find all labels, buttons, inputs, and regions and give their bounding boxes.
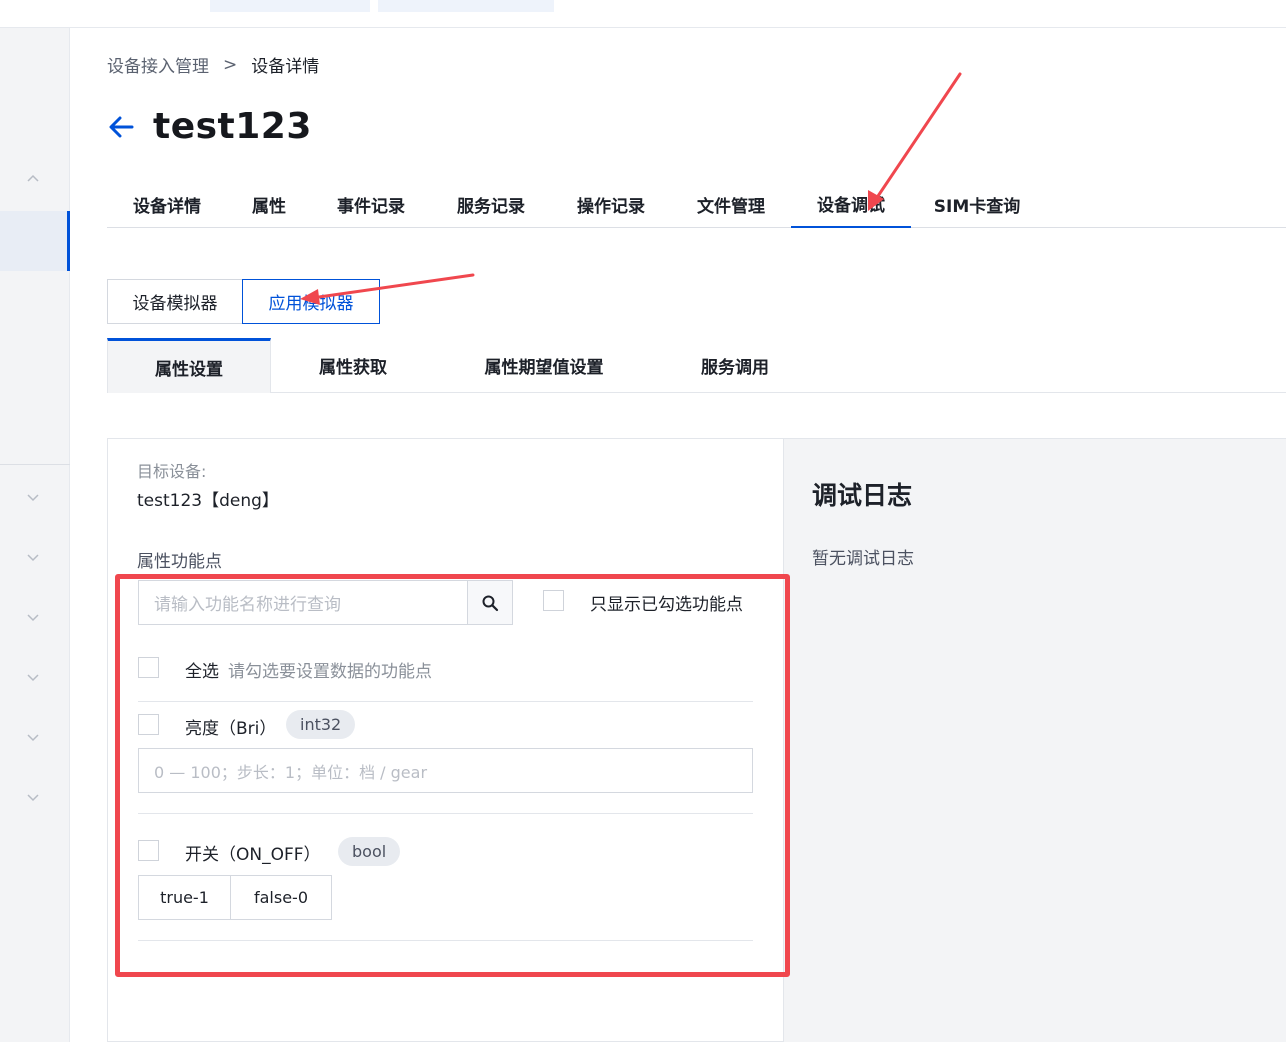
brightness-checkbox[interactable] [138, 714, 159, 735]
chevron-down-icon[interactable] [26, 610, 40, 624]
brightness-type-tag: int32 [286, 710, 356, 739]
app-simulator-button[interactable]: 应用模拟器 [242, 279, 380, 324]
divider [138, 813, 753, 814]
top-tab-ghost [210, 0, 370, 12]
target-device-label: 目标设备: [137, 462, 207, 481]
sidebar [0, 28, 70, 1042]
subtab-property-desired[interactable]: 属性期望值设置 [435, 338, 653, 393]
debug-log-empty: 暂无调试日志 [812, 549, 914, 569]
brightness-value-input[interactable]: 0 — 100；步长：1；单位：档 / gear [138, 748, 753, 793]
debug-log-title: 调试日志 [812, 481, 913, 510]
property-points-label: 属性功能点 [137, 552, 222, 572]
device-simulator-button[interactable]: 设备模拟器 [107, 279, 243, 324]
brightness-label: 亮度（Bri） [185, 719, 277, 739]
tab-sim-query[interactable]: SIM卡查询 [911, 180, 1043, 228]
tab-device-details[interactable]: 设备详情 [107, 180, 227, 228]
subtab-property-set[interactable]: 属性设置 [107, 338, 271, 393]
debug-log-panel [784, 438, 1286, 1042]
target-device-value: test123【deng】 [137, 491, 279, 511]
sub-tabs: 属性设置 属性获取 属性期望值设置 服务调用 [107, 338, 1286, 393]
breadcrumb: 设备接入管理 > 设备详情 [107, 52, 320, 78]
sidebar-divider [0, 464, 70, 465]
breadcrumb-parent[interactable]: 设备接入管理 [107, 52, 209, 77]
top-tab-ghost [378, 0, 554, 12]
top-bar [0, 0, 1286, 28]
chevron-down-icon[interactable] [26, 490, 40, 504]
divider [138, 701, 753, 702]
select-all-hint: 请勾选要设置数据的功能点 [228, 662, 432, 682]
only-checked-label: 只显示已勾选功能点 [590, 595, 743, 615]
select-all-checkbox[interactable] [138, 657, 159, 678]
tab-event-records[interactable]: 事件记录 [311, 180, 431, 228]
tab-device-debug[interactable]: 设备调试 [791, 180, 911, 228]
select-all-label: 全选 [185, 662, 219, 682]
property-search-input[interactable]: 请输入功能名称进行查询 [138, 580, 468, 625]
main-tabs: 设备详情 属性 事件记录 服务记录 操作记录 文件管理 设备调试 SIM卡查询 [107, 180, 1286, 228]
chevron-down-icon[interactable] [26, 730, 40, 744]
tab-properties[interactable]: 属性 [227, 180, 311, 228]
property-set-panel [107, 438, 784, 1042]
title-row: test123 [107, 106, 312, 147]
search-button[interactable] [467, 580, 513, 625]
breadcrumb-separator: > [223, 54, 238, 75]
search-icon [482, 595, 499, 611]
on-off-type-tag: bool [338, 837, 401, 866]
tab-service-records[interactable]: 服务记录 [431, 180, 551, 228]
divider [138, 940, 753, 941]
chevron-up-icon[interactable] [26, 172, 40, 186]
tab-file-management[interactable]: 文件管理 [671, 180, 791, 228]
subtab-service-call[interactable]: 服务调用 [653, 338, 817, 393]
tab-operation-records[interactable]: 操作记录 [551, 180, 671, 228]
true-option-button[interactable]: true-1 [138, 875, 231, 920]
breadcrumb-current: 设备详情 [251, 57, 320, 77]
page-title: test123 [153, 106, 312, 147]
only-checked-checkbox[interactable] [543, 590, 564, 611]
chevron-down-icon[interactable] [26, 550, 40, 564]
on-off-label: 开关（ON_OFF） [185, 845, 321, 865]
back-arrow-icon[interactable] [107, 113, 135, 141]
false-option-button[interactable]: false-0 [230, 875, 332, 920]
sidebar-item-active[interactable] [0, 211, 70, 271]
chevron-down-icon[interactable] [26, 670, 40, 684]
chevron-down-icon[interactable] [26, 790, 40, 804]
on-off-checkbox[interactable] [138, 840, 159, 861]
subtab-property-get[interactable]: 属性获取 [271, 338, 435, 393]
